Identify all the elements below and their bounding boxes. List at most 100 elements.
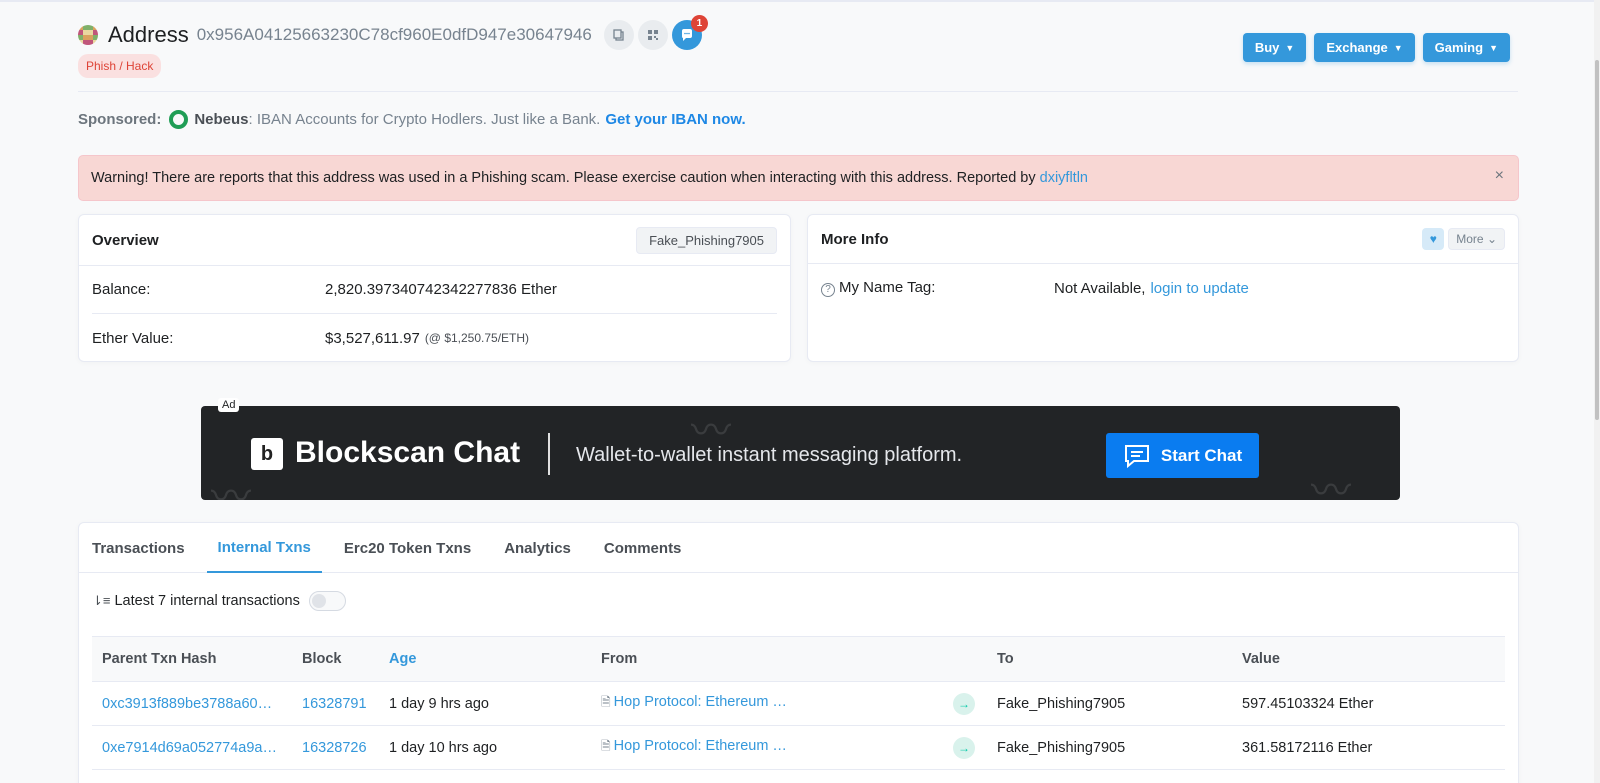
exchange-label: Exchange bbox=[1326, 40, 1388, 55]
contract-file-icon: 🗎 bbox=[601, 695, 611, 709]
more-info-actions: ♥ More ⌄ bbox=[1422, 228, 1505, 250]
tab-comments[interactable]: Comments bbox=[593, 523, 693, 573]
balance-row: Balance: 2,820.397340742342277836 Ether bbox=[92, 266, 777, 314]
heart-icon[interactable]: ♥ bbox=[1422, 228, 1445, 250]
sponsor-text: : IBAN Accounts for Crypto Hodlers. Just… bbox=[248, 111, 601, 128]
col-age[interactable]: Age bbox=[379, 636, 591, 682]
chevron-down-icon: ⌄ bbox=[1486, 232, 1497, 246]
internal-summary: ⇂≡ Latest 7 internal transactions bbox=[92, 591, 346, 611]
ether-value-row: Ether Value: $3,527,611.97 (@ $1,250.75/… bbox=[92, 314, 777, 362]
chat-button[interactable]: 1 bbox=[671, 15, 708, 50]
name-tag-label: My Name Tag: bbox=[839, 279, 936, 297]
transactions-card: Transactions Internal Txns Erc20 Token T… bbox=[78, 522, 1519, 783]
name-tag-row: ? My Name Tag: Not Available, login to up… bbox=[821, 264, 1505, 312]
login-to-update-link[interactable]: login to update bbox=[1150, 280, 1248, 297]
ether-value: $3,527,611.97 bbox=[325, 329, 420, 347]
parent-txn-hash-link[interactable]: 0xc3913f889be3788a60… bbox=[102, 696, 272, 712]
address-identicon bbox=[78, 25, 98, 45]
col-parent-txn-hash: Parent Txn Hash bbox=[92, 636, 292, 682]
from-address-link[interactable]: Hop Protocol: Ethereum … bbox=[614, 738, 787, 754]
ether-rate: (@ $1,250.75/ETH) bbox=[424, 331, 530, 345]
tab-transactions[interactable]: Transactions bbox=[92, 523, 196, 573]
chat-bubble-icon bbox=[681, 29, 692, 41]
contract-file-icon: 🗎 bbox=[601, 739, 611, 753]
address-header: Address 0x956A04125663230C78cf960E0dfD94… bbox=[78, 15, 1518, 92]
tab-erc20-token-txns[interactable]: Erc20 Token Txns bbox=[333, 523, 482, 573]
gaming-label: Gaming bbox=[1434, 40, 1484, 55]
exchange-dropdown-button[interactable]: Exchange ▼ bbox=[1314, 33, 1415, 62]
chevron-down-icon: ▼ bbox=[1489, 42, 1498, 53]
ad-divider bbox=[548, 433, 550, 475]
chevron-down-icon: ▼ bbox=[1285, 42, 1295, 53]
notification-badge: 1 bbox=[690, 15, 708, 32]
blockscan-logo-icon: b bbox=[251, 438, 283, 470]
buy-dropdown-button[interactable]: Buy ▼ bbox=[1242, 33, 1307, 62]
internal-txns-table: Parent Txn Hash Block Age From To Value … bbox=[92, 636, 1505, 770]
arrow-right-icon: → bbox=[953, 736, 975, 759]
tab-bar: Transactions Internal Txns Erc20 Token T… bbox=[79, 523, 1518, 573]
more-info-title: More Info bbox=[821, 230, 889, 248]
copy-icon bbox=[613, 29, 624, 41]
sort-amount-icon: ⇂≡ bbox=[92, 593, 111, 608]
ad-label: Ad bbox=[218, 398, 240, 412]
to-cell: Fake_Phishing7905 bbox=[987, 725, 1232, 770]
advanced-mode-toggle[interactable] bbox=[308, 591, 346, 611]
sponsor-brand: Nebeus bbox=[194, 111, 249, 128]
warning-text: Warning! There are reports that this add… bbox=[91, 170, 1036, 186]
chevron-down-icon: ▼ bbox=[1393, 42, 1403, 53]
parent-txn-hash-link[interactable]: 0xe7914d69a052774a9a… bbox=[102, 740, 277, 756]
tab-internal-txns[interactable]: Internal Txns bbox=[206, 523, 322, 573]
close-icon[interactable]: × bbox=[1495, 167, 1504, 185]
overview-header: Overview Fake_Phishing7905 bbox=[79, 215, 790, 266]
ad-tagline: Wallet-to-wallet instant messaging platf… bbox=[576, 444, 963, 466]
from-address-link[interactable]: Hop Protocol: Ethereum … bbox=[614, 694, 787, 710]
ad-brand: Blockscan Chat bbox=[295, 436, 521, 469]
start-chat-label: Start Chat bbox=[1160, 445, 1243, 465]
top-action-buttons: Buy ▼ Exchange ▼ Gaming ▼ bbox=[1242, 33, 1510, 62]
question-icon: ? bbox=[821, 282, 835, 297]
name-tag-value: Not Available, bbox=[1054, 279, 1146, 297]
address-tag-label[interactable]: Fake_Phishing7905 bbox=[636, 226, 777, 254]
overview-title: Overview bbox=[92, 231, 159, 249]
tab-analytics[interactable]: Analytics bbox=[493, 523, 582, 573]
top-border bbox=[0, 0, 1600, 2]
table-header-row: Parent Txn Hash Block Age From To Value bbox=[92, 636, 1505, 682]
squiggle-decoration: 〰 bbox=[1311, 469, 1351, 500]
buy-label: Buy bbox=[1254, 40, 1280, 55]
col-to: To bbox=[987, 636, 1232, 682]
col-block: Block bbox=[292, 636, 379, 682]
qr-code-icon bbox=[647, 30, 658, 40]
name-tag-label-wrap: ? My Name Tag: bbox=[821, 279, 1054, 297]
more-info-card: More Info ♥ More ⌄ ? My Name Tag: Not Ava… bbox=[807, 214, 1519, 362]
nebeus-logo-icon bbox=[169, 110, 189, 129]
balance-label: Balance: bbox=[92, 281, 151, 298]
page-scrollbar[interactable] bbox=[1594, 0, 1600, 783]
sponsored-label: Sponsored: bbox=[78, 111, 162, 128]
gaming-dropdown-button[interactable]: Gaming ▼ bbox=[1422, 33, 1510, 62]
scrollbar-thumb[interactable] bbox=[1595, 60, 1599, 420]
col-from: From bbox=[591, 636, 943, 682]
value-cell: 361.58172116 Ether bbox=[1232, 725, 1505, 770]
block-link[interactable]: 16328791 bbox=[302, 696, 367, 712]
overview-card: Overview Fake_Phishing7905 Balance: 2,82… bbox=[78, 214, 791, 362]
blockscan-chat-ad[interactable]: 〰 〰 〰 b Blockscan Chat Wallet-to-wallet … bbox=[201, 406, 1400, 500]
reporter-link[interactable]: dxiyfltln bbox=[1040, 170, 1088, 186]
value-cell: 597.45103324 Ether bbox=[1232, 681, 1505, 726]
address-row: Address 0x956A04125663230C78cf960E0dfD94… bbox=[78, 15, 708, 50]
internal-summary-text: Latest 7 internal transactions bbox=[114, 593, 300, 609]
start-chat-button[interactable]: Start Chat bbox=[1106, 433, 1259, 478]
block-link[interactable]: 16328726 bbox=[302, 740, 367, 756]
col-value: Value bbox=[1232, 636, 1505, 682]
arrow-right-icon: → bbox=[953, 692, 975, 715]
phishing-warning-alert: Warning! There are reports that this add… bbox=[78, 155, 1519, 201]
table-row: 0xe7914d69a052774a9a… 16328726 1 day 10 … bbox=[92, 725, 1505, 770]
qr-code-button[interactable] bbox=[637, 20, 668, 50]
copy-address-button[interactable] bbox=[603, 20, 634, 50]
balance-value: 2,820.397340742342277836 Ether bbox=[325, 281, 557, 298]
more-info-header: More Info ♥ More ⌄ bbox=[808, 215, 1518, 264]
phish-hack-badge[interactable]: Phish / Hack bbox=[78, 54, 162, 78]
chat-icon bbox=[1124, 444, 1149, 468]
sponsor-link[interactable]: Get your IBAN now. bbox=[605, 111, 745, 128]
col-direction bbox=[943, 636, 987, 682]
more-dropdown-button[interactable]: More ⌄ bbox=[1448, 228, 1505, 250]
